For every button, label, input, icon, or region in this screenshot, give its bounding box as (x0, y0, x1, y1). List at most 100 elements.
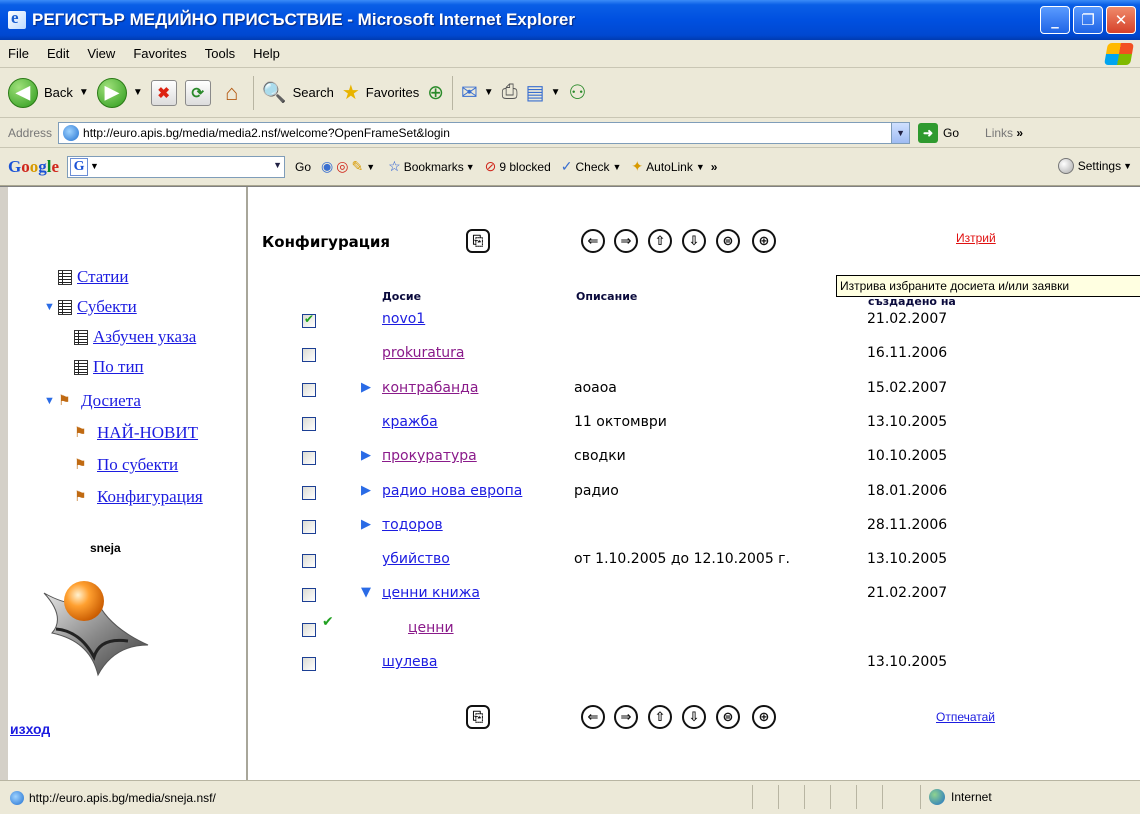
expand-triangle-icon[interactable]: ▶ (361, 448, 371, 463)
column-header-dossier[interactable]: Досие (382, 290, 421, 303)
dossier-link[interactable]: novo1 (382, 311, 425, 327)
dossier-link[interactable]: тодоров (382, 517, 443, 533)
popup-blocker-button[interactable]: ⊘ 9 blocked (485, 158, 551, 175)
collapse-triangle-icon[interactable]: ▼ (361, 585, 371, 600)
print-button[interactable]: ⎙ (502, 81, 518, 104)
nav-item-dossiers[interactable]: ▼ ⚑ Досиета (44, 391, 141, 411)
row-checkbox[interactable] (302, 485, 316, 500)
nav-item-newest[interactable]: ⚑ НАЙ-НОВИТ (74, 423, 198, 443)
expand-icon[interactable]: ⊕ (752, 705, 776, 729)
arrow-down-icon[interactable]: ⇩ (682, 229, 706, 253)
dossier-link[interactable]: кражба (382, 414, 438, 430)
nav-item-label[interactable]: Конфигурация (97, 487, 203, 507)
dossier-link[interactable]: контрабанда (382, 380, 478, 396)
autolink-button[interactable]: ✦ AutoLink ▼ » (631, 158, 717, 175)
arrow-up-icon[interactable]: ⇧ (648, 229, 672, 253)
expanded-triangle-icon[interactable]: ▼ (44, 395, 56, 407)
menu-view[interactable]: View (79, 46, 125, 61)
chevron-down-icon[interactable]: ▼ (133, 87, 143, 98)
settings-button[interactable]: Settings ▼ (1057, 158, 1132, 174)
chevron-down-icon[interactable]: ▼ (90, 161, 99, 171)
google-news-button[interactable]: ◉ ◎ ✎ ▼ (321, 158, 378, 175)
dossier-link[interactable]: ценни (408, 620, 454, 636)
chevron-down-icon[interactable]: ▼ (551, 87, 561, 98)
arrow-right-icon[interactable]: ⇒ (614, 229, 638, 253)
row-checkbox[interactable] (302, 416, 316, 431)
close-button[interactable]: ✕ (1106, 6, 1136, 34)
expand-triangle-icon[interactable]: ▶ (361, 380, 371, 395)
search-button[interactable]: 🔍 Search (262, 80, 334, 105)
back-button[interactable]: ◀ Back ▼ (8, 77, 89, 108)
menu-file[interactable]: File (0, 46, 39, 61)
dossier-link[interactable]: убийство (382, 551, 450, 567)
row-checkbox[interactable] (302, 622, 316, 637)
bookmarks-button[interactable]: ☆ Bookmarks ▼ (388, 158, 475, 175)
google-logo[interactable]: Google (8, 157, 59, 177)
nav-item-label[interactable]: Статии (77, 267, 128, 287)
address-field[interactable]: http://euro.apis.bg/media/media2.nsf/wel… (58, 121, 911, 144)
menu-edit[interactable]: Edit (39, 46, 79, 61)
chevron-down-icon[interactable]: ▼ (79, 87, 89, 98)
nav-item-by-subjects[interactable]: ⚑ По субекти (74, 455, 178, 475)
new-document-icon[interactable]: ⎘ (466, 229, 490, 253)
arrow-down-icon[interactable]: ⇩ (682, 705, 706, 729)
delete-link[interactable]: Изтрий (956, 231, 996, 245)
menu-help[interactable]: Help (245, 46, 290, 61)
minimize-button[interactable]: _ (1040, 6, 1070, 34)
nav-item-articles[interactable]: Статии (44, 267, 128, 287)
collapse-icon[interactable]: ⊜ (716, 705, 740, 729)
dossier-link[interactable]: прокуратура (382, 448, 477, 464)
home-button[interactable]: ⌂ (219, 80, 245, 106)
edit-button[interactable]: ▤ ▼ (526, 80, 561, 105)
nav-item-subjects[interactable]: ▼ Субекти (44, 297, 137, 317)
row-checkbox[interactable] (302, 554, 316, 569)
nav-item-label[interactable]: По субекти (97, 455, 178, 475)
favorites-button[interactable]: ★ Favorites (342, 80, 419, 105)
chevron-down-icon[interactable]: ▼ (891, 122, 910, 143)
nav-item-label[interactable]: Азбучен указа (93, 327, 196, 347)
new-document-icon[interactable]: ⎘ (466, 705, 490, 729)
nav-item-configuration[interactable]: ⚑ Конфигурация (74, 487, 203, 507)
refresh-button[interactable]: ⟳ (184, 79, 211, 106)
nav-item-alphabetical-index[interactable]: Азбучен указа (74, 327, 196, 347)
expand-triangle-icon[interactable]: ▶ (361, 517, 371, 532)
column-header-description[interactable]: Описание (576, 290, 637, 303)
menu-favorites[interactable]: Favorites (125, 46, 196, 61)
dossier-link[interactable]: шулева (382, 654, 438, 670)
arrow-up-icon[interactable]: ⇧ (648, 705, 672, 729)
nav-item-label[interactable]: Субекти (77, 297, 137, 317)
row-checkbox[interactable] (302, 519, 316, 534)
row-checkbox[interactable] (302, 382, 316, 397)
row-checkbox[interactable] (302, 312, 316, 328)
mail-button[interactable]: ✉ ▼ (461, 80, 494, 105)
nav-item-label[interactable]: НАЙ-НОВИТ (97, 423, 198, 443)
address-url[interactable]: http://euro.apis.bg/media/media2.nsf/wel… (83, 126, 891, 140)
spell-check-button[interactable]: ✓ Check ▼ (561, 158, 622, 175)
history-button[interactable]: ⊕ (427, 80, 444, 105)
forward-button[interactable]: ▶ ▼ (96, 77, 143, 108)
nav-item-label[interactable]: По тип (93, 357, 144, 377)
chevron-down-icon[interactable]: ▼ (366, 162, 375, 172)
expanded-triangle-icon[interactable]: ▼ (44, 301, 56, 313)
messenger-button[interactable]: ⚇ (568, 80, 586, 105)
row-checkbox[interactable] (302, 451, 316, 466)
row-checkbox[interactable] (302, 657, 316, 671)
chevron-down-icon[interactable]: ▼ (273, 160, 282, 170)
dossier-link[interactable]: prokuratura (382, 345, 464, 361)
arrow-right-icon[interactable]: ⇒ (614, 705, 638, 729)
go-button[interactable]: ➜ Go (918, 122, 959, 143)
links-button[interactable]: Links » (985, 126, 1023, 140)
print-link[interactable]: Отпечатай (936, 710, 995, 724)
stop-button[interactable]: ✖ (150, 79, 177, 106)
arrow-left-icon[interactable]: ⇐ (581, 705, 605, 729)
dossier-link[interactable]: радио нова европа (382, 483, 522, 499)
expand-triangle-icon[interactable]: ▶ (361, 483, 371, 498)
nav-item-by-type[interactable]: По тип (74, 357, 144, 377)
google-search-input[interactable]: G ▼ ▼ (67, 155, 286, 178)
expand-icon[interactable]: ⊕ (752, 229, 776, 253)
dossier-link[interactable]: ценни книжа (382, 585, 480, 601)
row-checkbox[interactable] (302, 348, 316, 363)
row-checkbox[interactable] (302, 588, 316, 603)
nav-item-label[interactable]: Досиета (81, 391, 141, 411)
menu-tools[interactable]: Tools (197, 46, 245, 61)
